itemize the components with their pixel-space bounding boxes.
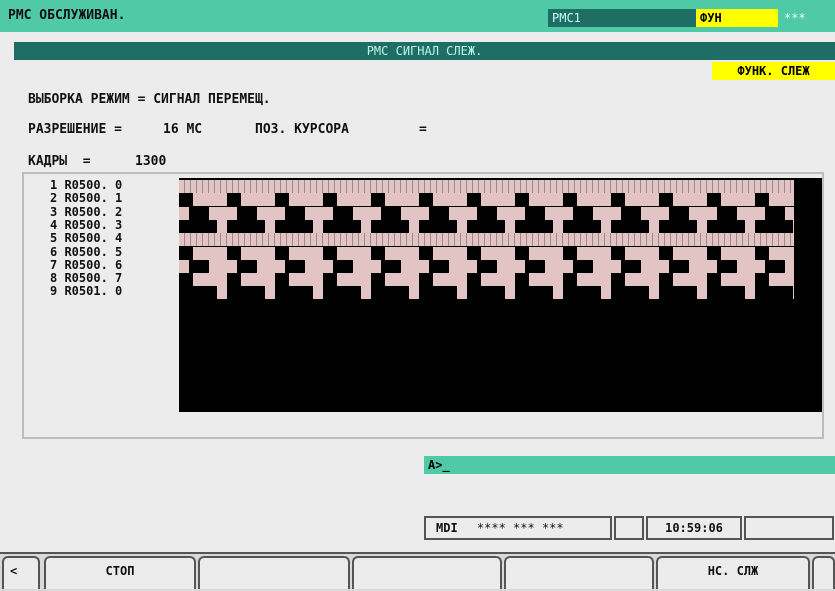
- command-prompt[interactable]: A>_: [424, 456, 835, 474]
- cursor-position-label: ПОЗ. КУРСОРА: [255, 122, 349, 137]
- signal-label: 5 R0500. 4: [50, 231, 123, 246]
- cursor-position-eq: =: [419, 122, 427, 137]
- mode-status: MDI: [436, 521, 458, 535]
- signal-trace-row: [179, 273, 794, 287]
- function-indicator: ФУН: [696, 9, 778, 27]
- app-title: РМС ОБСЛУЖИВАН.: [8, 8, 126, 23]
- softkey-4[interactable]: [504, 556, 654, 589]
- status-stars: ***: [778, 9, 835, 27]
- signal-label: 8 R0500. 7: [50, 271, 123, 286]
- signal-label: 3 R0500. 2: [50, 204, 123, 219]
- frames-label: КАДРЫ =: [28, 154, 91, 169]
- resolution-label: РАЗРЕШЕНИЕ =: [28, 122, 122, 137]
- signal-trace-area[interactable]: [179, 178, 822, 412]
- softkey-2[interactable]: [198, 556, 350, 589]
- mode-status-box: MDI **** *** ***: [424, 516, 612, 540]
- signal-trace-row: [179, 206, 794, 220]
- signal-trace-row: [179, 233, 794, 247]
- pmc-indicator: РМС1: [548, 9, 696, 27]
- signal-trace-row: [179, 193, 794, 207]
- signal-label: 9 R0501. 0: [50, 284, 123, 299]
- mode-stars: **** *** ***: [476, 521, 564, 535]
- signal-trace-row: [179, 180, 794, 193]
- resolution-value: 16 МС: [163, 122, 203, 137]
- softkey-3[interactable]: [352, 556, 502, 589]
- softkey-next[interactable]: [812, 556, 835, 589]
- clock: 10:59:06: [646, 516, 742, 540]
- signal-label: 2 R0500. 1: [50, 191, 123, 206]
- softkey-stop[interactable]: СТОП: [44, 556, 196, 589]
- status-spacer: [614, 516, 644, 540]
- signal-label: 6 R0500. 5: [50, 244, 123, 259]
- signal-label: 1 R0500. 0: [50, 178, 123, 192]
- signal-label: 7 R0500. 6: [50, 257, 123, 272]
- signal-trace-row: [179, 259, 794, 273]
- sampling-mode-line: ВЫБОРКА РЕЖИМ = СИГНАЛ ПЕРЕМЕЩ.: [28, 92, 271, 107]
- signal-trace-row: [179, 286, 794, 300]
- softkey-ns-slzh[interactable]: НС. СЛЖ: [656, 556, 810, 589]
- status-empty: [744, 516, 834, 540]
- softkey-prev[interactable]: <: [2, 556, 40, 589]
- signal-label: 4 R0500. 3: [50, 217, 123, 232]
- signal-trace-row: [179, 246, 794, 260]
- screen-title: РМС СИГНАЛ СЛЕЖ.: [14, 42, 835, 60]
- signal-trace-row: [179, 219, 794, 233]
- mode-badge: ФУНК. СЛЕЖ: [712, 62, 835, 80]
- frames-value: 1300: [135, 154, 167, 169]
